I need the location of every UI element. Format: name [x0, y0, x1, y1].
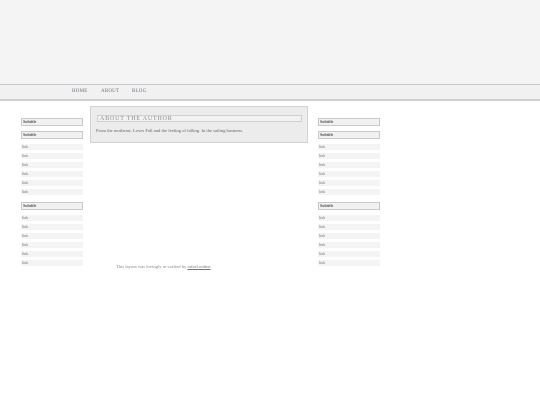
sidebar-link[interactable]: link [21, 251, 83, 258]
panel-title: ABOUT THE AUTHOR [97, 115, 302, 122]
footer-credit: This layout was lovingly re-crafted by r… [116, 264, 211, 269]
sidebar-link[interactable]: link [318, 180, 380, 187]
sidebar-link[interactable]: link [21, 215, 83, 222]
sidebar-subtitle: Subtitle [21, 131, 83, 139]
sidebar-link[interactable]: link [21, 233, 83, 240]
sidebar-link[interactable]: link [318, 242, 380, 249]
footer-author-link[interactable]: rafael.online [187, 264, 210, 269]
sidebar-link[interactable]: link [21, 171, 83, 178]
nav-link-blog[interactable]: BLOG [132, 89, 146, 94]
nav-link-home[interactable]: HOME [72, 89, 88, 94]
page-header [0, 0, 540, 85]
sidebar-subtitle: Subtitle [318, 202, 380, 210]
sidebar-link[interactable]: link [21, 260, 83, 267]
sidebar-link[interactable]: link [318, 260, 380, 267]
footer-text: This layout was lovingly re-crafted by [116, 264, 187, 269]
sidebar-subtitle: Subtitle [21, 118, 83, 126]
about-the-author-panel: ABOUT THE AUTHOR From the northeast. Lov… [90, 106, 308, 143]
sidebar-link[interactable]: link [318, 144, 380, 151]
sidebar-link[interactable]: link [21, 242, 83, 249]
sidebar-link[interactable]: link [318, 171, 380, 178]
sidebar-link[interactable]: link [21, 144, 83, 151]
sidebar-link[interactable]: link [318, 153, 380, 160]
right-sidebar: Subtitle Subtitle link link link link li… [318, 118, 380, 269]
sidebar-link[interactable]: link [21, 162, 83, 169]
sidebar-link[interactable]: link [21, 224, 83, 231]
sidebar-link[interactable]: link [318, 162, 380, 169]
sidebar-subtitle: Subtitle [318, 131, 380, 139]
sidebar-subtitle: Subtitle [318, 118, 380, 126]
sidebar-link[interactable]: link [318, 233, 380, 240]
sidebar-link[interactable]: link [318, 251, 380, 258]
nav-link-about[interactable]: ABOUT [101, 89, 119, 94]
left-sidebar: Subtitle Subtitle link link link link li… [21, 118, 83, 269]
sidebar-link[interactable]: link [318, 215, 380, 222]
sidebar-link[interactable]: link [21, 189, 83, 196]
sidebar-link[interactable]: link [318, 224, 380, 231]
sidebar-link[interactable]: link [21, 153, 83, 160]
sidebar-link[interactable]: link [318, 189, 380, 196]
sidebar-subtitle: Subtitle [21, 202, 83, 210]
sidebar-link[interactable]: link [21, 180, 83, 187]
panel-text: From the northeast. Loves Fall and the f… [96, 128, 244, 133]
